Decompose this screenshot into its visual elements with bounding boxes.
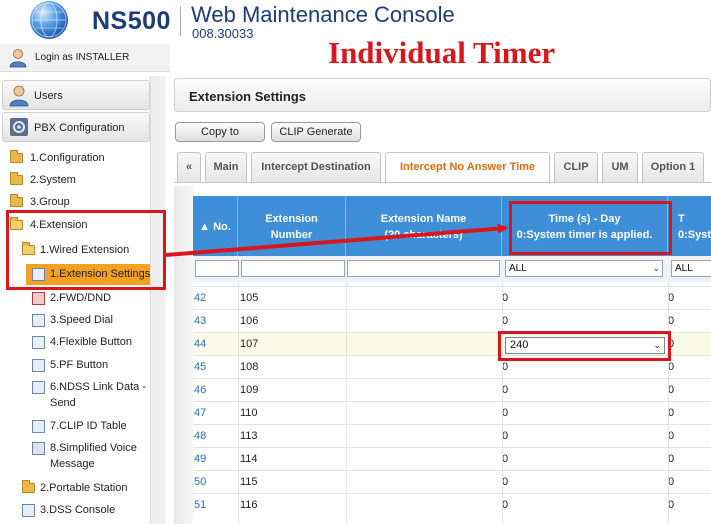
annotation-arrow-icon (165, 223, 508, 257)
screen: NS500 Web Maintenance Console 008.30033 … (0, 0, 711, 524)
